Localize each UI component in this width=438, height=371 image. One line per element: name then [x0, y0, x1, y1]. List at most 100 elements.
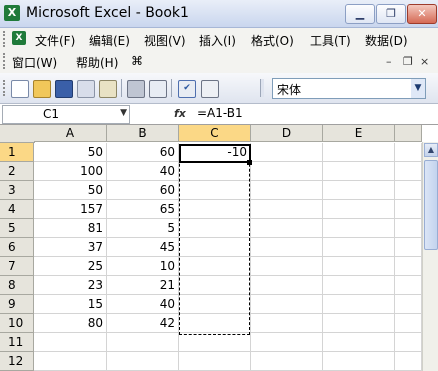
table-cell[interactable]: 65: [107, 200, 179, 219]
camera-icon[interactable]: ⌘: [131, 54, 143, 68]
doc-close-button[interactable]: ×: [420, 55, 429, 68]
table-cell[interactable]: 5: [107, 219, 179, 238]
table-cell[interactable]: [34, 333, 107, 352]
menu-file[interactable]: 文件(F): [35, 32, 75, 49]
row-header[interactable]: 3: [0, 181, 34, 200]
table-cell[interactable]: [323, 314, 395, 333]
table-cell[interactable]: 50: [34, 181, 107, 200]
table-cell[interactable]: [323, 257, 395, 276]
table-cell[interactable]: [251, 219, 323, 238]
table-cell[interactable]: 81: [34, 219, 107, 238]
table-cell[interactable]: [395, 314, 422, 333]
table-cell[interactable]: [251, 238, 323, 257]
close-button[interactable]: ✕: [407, 4, 437, 24]
doc-restore-button[interactable]: ❐: [403, 55, 413, 68]
table-cell[interactable]: [34, 352, 107, 371]
table-cell[interactable]: [323, 143, 395, 162]
table-cell[interactable]: [395, 238, 422, 257]
table-cell[interactable]: [251, 181, 323, 200]
insert-function-icon[interactable]: fx: [174, 107, 186, 120]
table-cell[interactable]: 25: [34, 257, 107, 276]
table-cell[interactable]: [251, 143, 323, 162]
table-cell[interactable]: [251, 200, 323, 219]
table-cell[interactable]: [179, 333, 251, 352]
table-cell[interactable]: [323, 219, 395, 238]
column-header-e[interactable]: E: [323, 125, 395, 142]
table-cell[interactable]: -10: [179, 143, 251, 162]
menu-tools[interactable]: 工具(T): [310, 32, 351, 49]
menubar-grip[interactable]: [3, 31, 8, 47]
table-cell[interactable]: [179, 352, 251, 371]
table-cell[interactable]: [323, 162, 395, 181]
table-cell[interactable]: [323, 333, 395, 352]
table-cell[interactable]: 80: [34, 314, 107, 333]
table-cell[interactable]: 40: [107, 295, 179, 314]
table-cell[interactable]: 40: [107, 162, 179, 181]
doc-minimize-button[interactable]: –: [386, 55, 392, 68]
table-cell[interactable]: [251, 276, 323, 295]
column-header-d[interactable]: D: [251, 125, 323, 142]
menu-data[interactable]: 数据(D): [365, 32, 408, 49]
row-header[interactable]: 1: [0, 143, 34, 162]
table-cell[interactable]: [395, 333, 422, 352]
table-cell[interactable]: 37: [34, 238, 107, 257]
table-cell[interactable]: [251, 333, 323, 352]
table-cell[interactable]: [395, 181, 422, 200]
menu-view[interactable]: 视图(V): [144, 32, 186, 49]
row-header[interactable]: 9: [0, 295, 34, 314]
table-cell[interactable]: [395, 162, 422, 181]
table-cell[interactable]: 15: [34, 295, 107, 314]
menu-format[interactable]: 格式(O): [251, 32, 294, 49]
table-cell[interactable]: [107, 333, 179, 352]
table-cell[interactable]: [395, 257, 422, 276]
row-header[interactable]: 5: [0, 219, 34, 238]
excel-app-icon[interactable]: X: [4, 5, 20, 21]
research-icon[interactable]: [201, 80, 219, 98]
row-header[interactable]: 4: [0, 200, 34, 219]
table-cell[interactable]: [323, 295, 395, 314]
table-cell[interactable]: [395, 276, 422, 295]
font-name-dropdown[interactable]: 宋体 ▼: [272, 78, 426, 99]
table-cell[interactable]: [251, 314, 323, 333]
menu-window[interactable]: 窗口(W): [12, 54, 57, 71]
table-cell[interactable]: 60: [107, 143, 179, 162]
row-header[interactable]: 2: [0, 162, 34, 181]
table-cell[interactable]: [323, 238, 395, 257]
column-header-b[interactable]: B: [107, 125, 179, 142]
table-cell[interactable]: [395, 143, 422, 162]
table-cell[interactable]: 100: [34, 162, 107, 181]
table-cell[interactable]: 10: [107, 257, 179, 276]
email-icon[interactable]: [99, 80, 117, 98]
table-cell[interactable]: [323, 276, 395, 295]
vertical-scrollbar[interactable]: ▲: [422, 142, 438, 371]
table-cell[interactable]: [323, 200, 395, 219]
table-cell[interactable]: [323, 181, 395, 200]
table-cell[interactable]: 23: [34, 276, 107, 295]
open-icon[interactable]: [33, 80, 51, 98]
table-cell[interactable]: 60: [107, 181, 179, 200]
column-header-c[interactable]: C: [179, 125, 251, 142]
table-cell[interactable]: 45: [107, 238, 179, 257]
table-cell[interactable]: [395, 200, 422, 219]
restore-button[interactable]: ❐: [376, 4, 406, 24]
table-cell[interactable]: [179, 314, 251, 333]
table-cell[interactable]: [395, 352, 422, 371]
print-icon[interactable]: [127, 80, 145, 98]
menu-edit[interactable]: 编辑(E): [89, 32, 130, 49]
table-cell[interactable]: [107, 352, 179, 371]
row-header[interactable]: 6: [0, 238, 34, 257]
menu-help[interactable]: 帮助(H): [76, 54, 118, 71]
row-header[interactable]: 12: [0, 352, 34, 371]
chevron-down-icon[interactable]: ▼: [411, 79, 425, 98]
table-cell[interactable]: [251, 162, 323, 181]
menu-insert[interactable]: 插入(I): [199, 32, 236, 49]
table-cell[interactable]: [395, 219, 422, 238]
chevron-down-icon[interactable]: ▼: [120, 108, 127, 118]
toolbar-options[interactable]: [260, 79, 264, 97]
name-box[interactable]: C1 ▼: [2, 105, 130, 124]
table-cell[interactable]: [179, 295, 251, 314]
new-icon[interactable]: [11, 80, 29, 98]
table-cell[interactable]: [251, 295, 323, 314]
table-cell[interactable]: [251, 257, 323, 276]
fill-handle[interactable]: [247, 160, 252, 165]
